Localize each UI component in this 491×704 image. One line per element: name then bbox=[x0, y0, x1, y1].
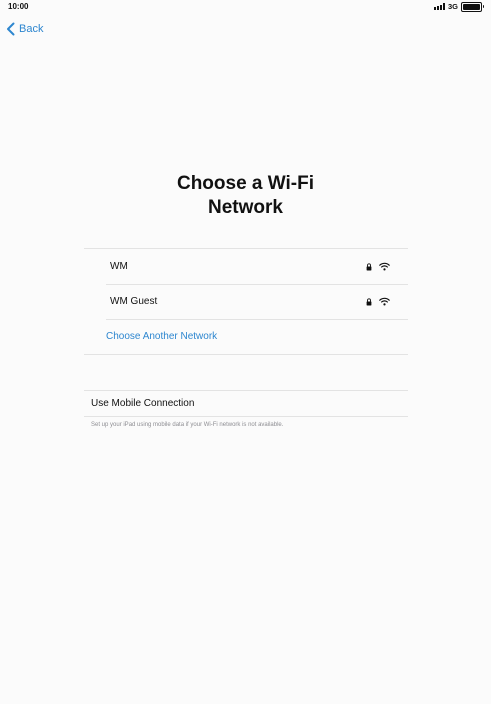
status-bar: 10:00 3G bbox=[0, 0, 491, 14]
network-name: WM Guest bbox=[110, 296, 158, 307]
network-row-wm[interactable]: WM bbox=[84, 249, 408, 284]
lock-icon bbox=[366, 297, 372, 305]
network-type: 3G bbox=[447, 2, 458, 11]
chevron-left-icon bbox=[7, 22, 15, 36]
mobile-connection-caption: Set up your iPad using mobile data if yo… bbox=[91, 422, 284, 428]
page-title: Choose a Wi-Fi Network bbox=[176, 173, 315, 218]
back-button[interactable]: Back bbox=[6, 21, 43, 37]
network-name: WM bbox=[110, 261, 128, 272]
setup-screen: 10:00 3G Back Choose a Wi-Fi Network WM bbox=[0, 0, 491, 704]
mobile-connection-label: Use Mobile Connection bbox=[91, 398, 195, 409]
wifi-icon bbox=[379, 262, 390, 271]
wifi-icon bbox=[379, 297, 390, 306]
signal-bars-icon bbox=[433, 3, 445, 10]
use-mobile-connection-button[interactable]: Use Mobile Connection bbox=[84, 391, 408, 416]
choose-another-network-link[interactable]: Choose Another Network bbox=[106, 320, 217, 354]
battery-icon bbox=[461, 1, 484, 12]
status-time: 10:00 bbox=[8, 2, 29, 11]
mobile-divider-bottom bbox=[84, 416, 408, 417]
status-indicators: 3G bbox=[433, 1, 484, 12]
lock-icon bbox=[366, 262, 372, 270]
network-row-wm-guest[interactable]: WM Guest bbox=[84, 284, 408, 319]
list-divider-bottom bbox=[84, 354, 408, 355]
back-label: Back bbox=[19, 23, 44, 35]
